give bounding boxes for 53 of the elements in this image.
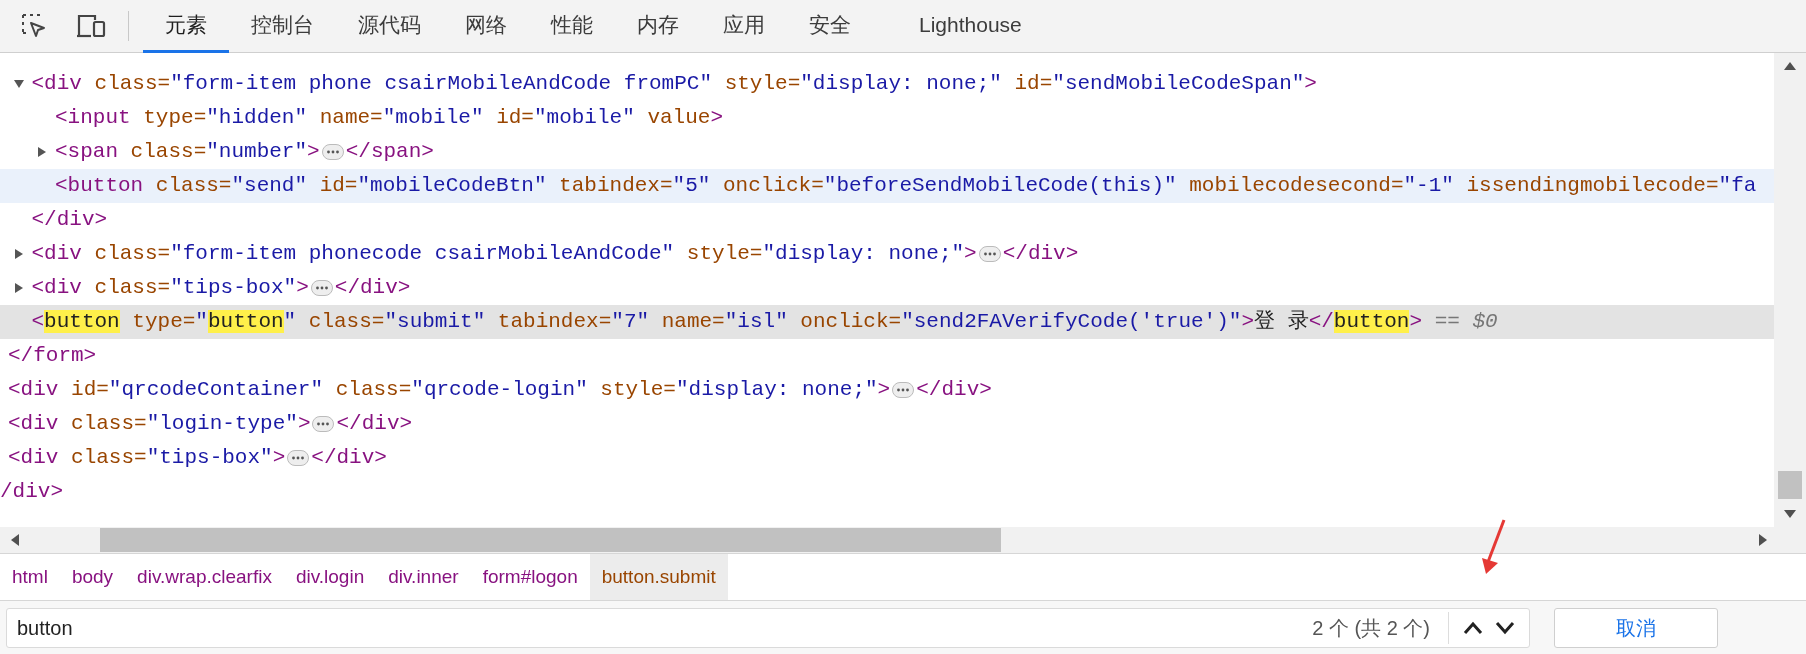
ellipsis-icon[interactable] [892,382,915,399]
ellipsis-icon[interactable] [978,246,1001,263]
search-input[interactable]: button [17,612,1313,643]
closing-tag-line[interactable]: </div> [31,204,108,236]
breadcrumb-item[interactable]: button.submit [589,554,728,600]
dom-node-line[interactable]: <div class="login-type"> </div> [8,408,413,440]
scroll-up-icon[interactable] [1783,61,1797,71]
horizontal-scrollbar[interactable] [0,527,1806,553]
closing-tag-line[interactable]: /div> [0,476,63,508]
expanded-triangle-icon[interactable] [12,78,25,90]
inspect-element-icon[interactable] [20,12,48,40]
breadcrumb-item[interactable]: html [0,554,60,600]
panel-tab[interactable]: 控制台 [229,0,336,53]
panel-tab[interactable]: 应用 [701,0,787,53]
ellipsis-icon[interactable] [321,144,344,161]
ellipsis-icon[interactable] [310,280,333,297]
panel-tab[interactable]: 内存 [615,0,701,53]
breadcrumb-item[interactable]: div.wrap.clearfix [125,554,284,600]
dom-node-line[interactable]: <div class="form-item phone csairMobileAndCode fromPC" style="display: none;" id="sendMobileCodeSpan"> [31,68,1317,100]
dom-node-line[interactable]: <span class="number"> </span> [55,136,434,168]
cancel-button[interactable]: 取消 [1554,607,1718,648]
breadcrumb-item[interactable]: body [59,554,126,600]
panel-tab[interactable]: Lighthouse [897,0,1044,53]
scrollbar-thumb[interactable] [1778,471,1802,499]
chevron-down-icon[interactable] [1495,620,1515,635]
ellipsis-icon[interactable] [312,416,335,433]
dom-node-line[interactable]: <div class="tips-box"> </div> [31,272,411,304]
panel-tab[interactable]: 源代码 [336,0,443,53]
collapsed-triangle-icon[interactable] [12,282,25,294]
scrollbar-thumb[interactable] [100,528,1001,552]
breadcrumb-item[interactable]: div.inner [376,554,471,600]
search-field[interactable]: button 2 个 (共 2 个) [6,607,1530,648]
breadcrumb-item[interactable]: div.login [283,554,377,600]
scroll-down-icon[interactable] [1783,509,1797,519]
dom-node-line[interactable]: <div id="qrcodeContainer" class="qrcode-login" style="display: none;"> </div> [8,374,992,406]
panel-tab[interactable]: 性能 [529,0,615,53]
scroll-right-icon[interactable] [1758,533,1768,547]
dom-node-line[interactable]: <input type="hidden" name="mobile" id="mobile" value> [55,102,723,134]
breadcrumb-item[interactable]: form#logon [470,554,590,600]
device-toolbar-icon[interactable] [76,13,106,39]
vertical-scrollbar[interactable] [1774,53,1806,527]
match-count: 2 个 (共 2 个) [1312,615,1430,641]
chevron-up-icon[interactable] [1463,620,1483,635]
scroll-left-icon[interactable] [10,533,20,547]
panel-tab[interactable]: 网络 [443,0,529,53]
collapsed-triangle-icon[interactable] [36,146,48,158]
dom-node-line[interactable]: <div class="form-item phonecode csairMobileAndCode" style="display: none;"> </div> [31,238,1079,270]
collapsed-triangle-icon[interactable] [12,248,25,260]
panel-tab[interactable]: 安全 [787,0,873,53]
dom-node-line[interactable]: <div class="tips-box"> </div> [8,442,387,474]
panel-tab[interactable]: 元素 [143,0,229,53]
ellipsis-icon[interactable] [287,450,310,467]
closing-tag-line[interactable]: </form> [8,340,97,372]
